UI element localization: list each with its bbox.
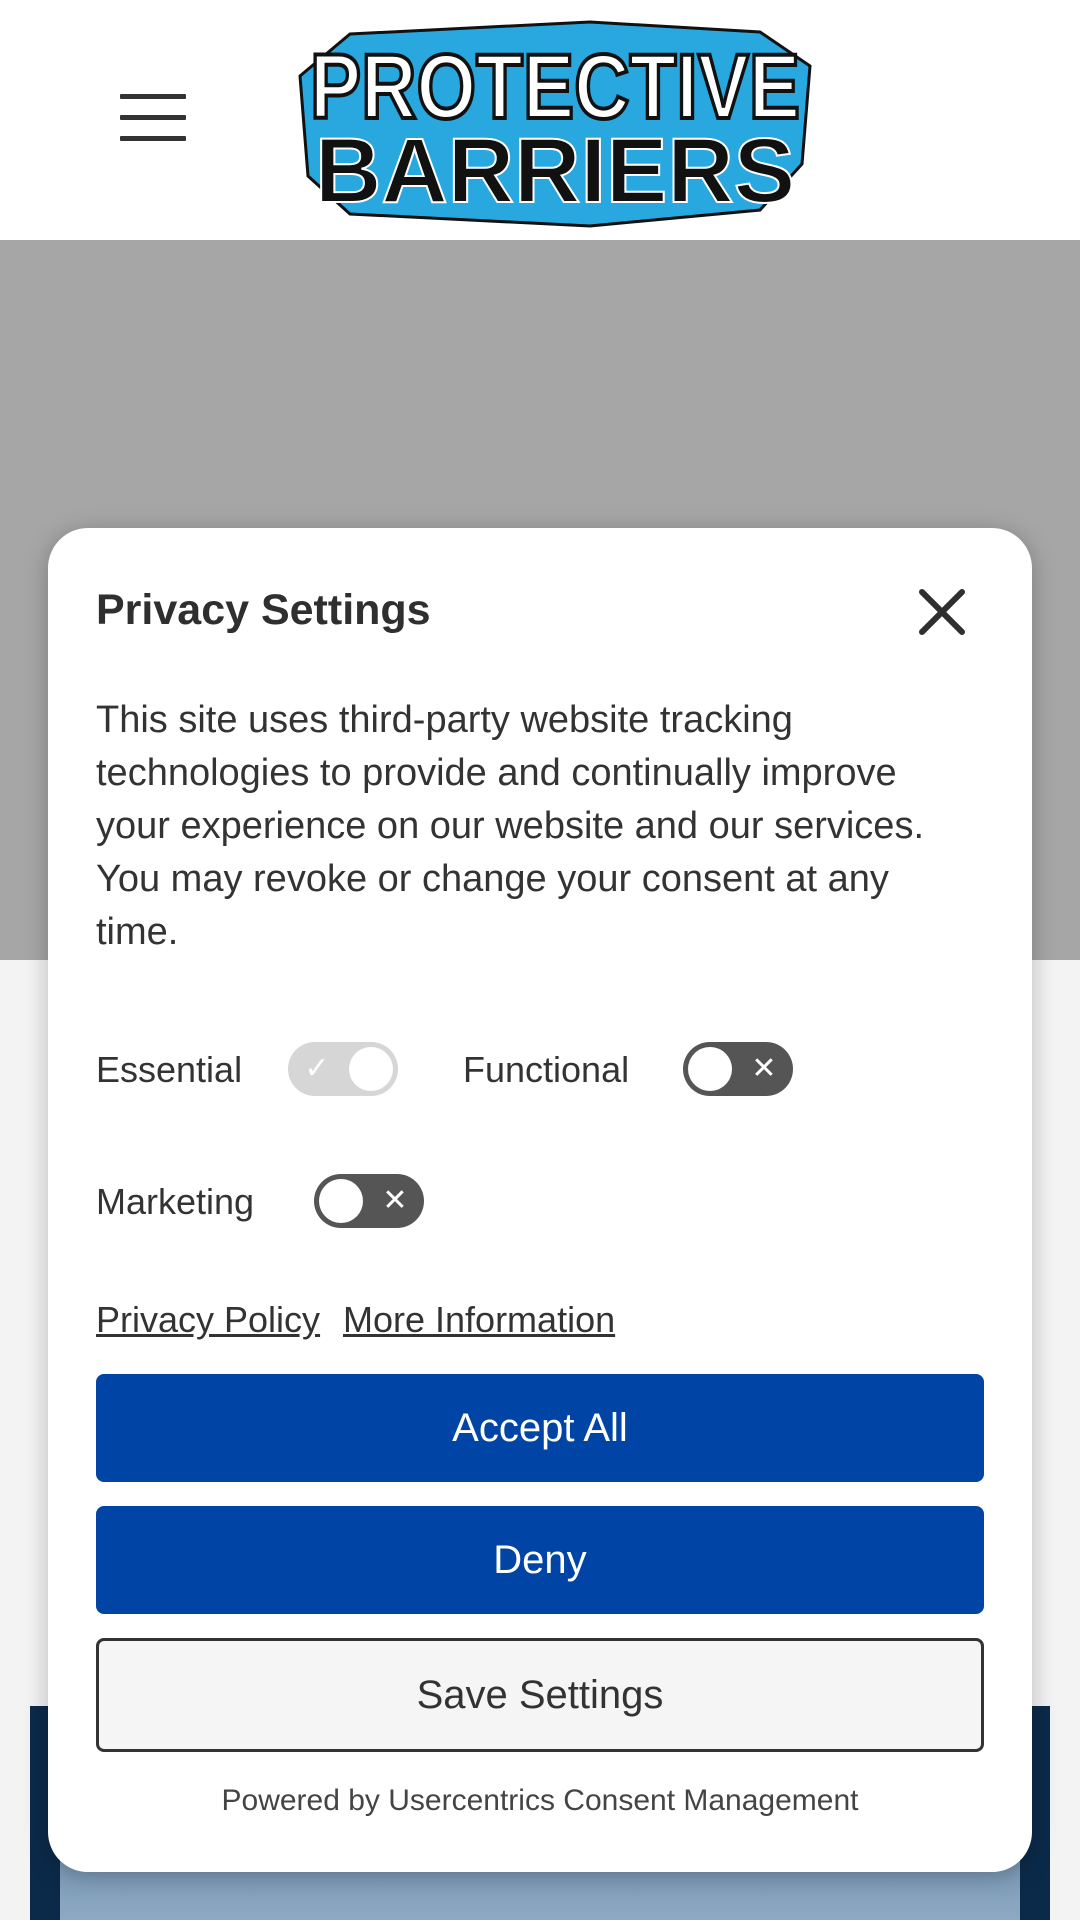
protective-barriers-logo[interactable]: PROTECTIVE BARRIERS (290, 14, 820, 228)
toggle-marketing[interactable]: ✕ (314, 1174, 424, 1228)
deny-button[interactable]: Deny (96, 1506, 984, 1614)
privacy-settings-dialog: Privacy Settings This site uses third-pa… (48, 528, 1032, 1872)
privacy-policy-link[interactable]: Privacy Policy (96, 1298, 320, 1342)
x-icon: ✕ (751, 1052, 777, 1085)
site-header: PROTECTIVE BARRIERS (0, 0, 1080, 240)
hamburger-menu-button[interactable] (110, 88, 186, 148)
toggle-label-essential: Essential (96, 1049, 243, 1090)
hamburger-icon (120, 94, 186, 99)
toggle-essential[interactable]: ✓ (288, 1042, 398, 1096)
save-settings-button[interactable]: Save Settings (96, 1638, 984, 1752)
toggle-label-marketing: Marketing (96, 1181, 255, 1222)
accept-all-button[interactable]: Accept All (96, 1374, 984, 1482)
close-icon (919, 589, 965, 635)
more-information-link[interactable]: More Information (343, 1298, 615, 1342)
dialog-description: This site uses third-party website track… (96, 699, 925, 953)
dialog-title: Privacy Settings (96, 586, 431, 634)
toggle-functional[interactable]: ✕ (683, 1042, 793, 1096)
close-button[interactable] (910, 580, 974, 644)
toggle-label-functional: Functional (463, 1049, 630, 1090)
check-icon: ✓ (304, 1052, 330, 1085)
powered-by-text: Powered by Usercentrics Consent Manageme… (221, 1784, 859, 1817)
x-icon: ✕ (382, 1184, 408, 1217)
svg-text:BARRIERS: BARRIERS (315, 120, 795, 222)
